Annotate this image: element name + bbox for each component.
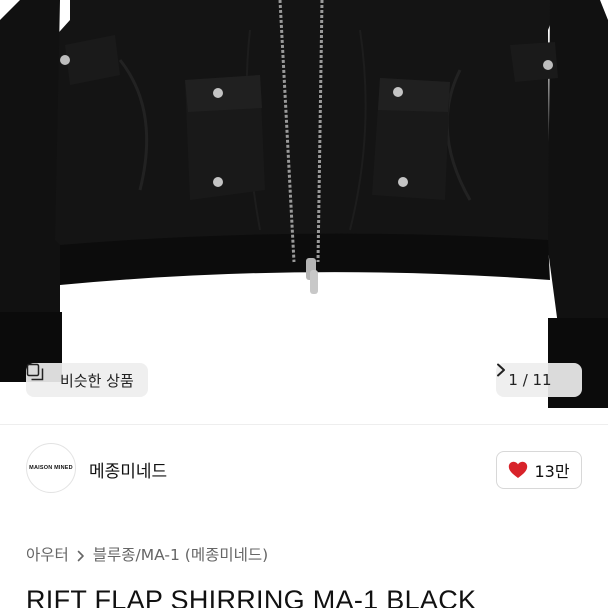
- like-button[interactable]: 13만: [496, 451, 582, 489]
- product-page: 비슷한 상품 1 / 11 MAISON MINED 메종미네드 13만 아우터…: [0, 0, 608, 608]
- product-title: RIFT FLAP SHIRRING MA-1 BLACK: [26, 585, 477, 608]
- product-image-carousel[interactable]: 비슷한 상품 1 / 11: [0, 0, 608, 408]
- chevron-right-icon: [77, 548, 85, 562]
- page-indicator: 1 / 11: [508, 371, 552, 389]
- chevron-right-icon: [497, 363, 570, 387]
- similar-items-label: 비슷한 상품: [60, 371, 134, 390]
- seller-name[interactable]: 메종미네드: [89, 457, 167, 482]
- jacket-photo: [0, 0, 608, 408]
- image-pager-button[interactable]: 1 / 11: [496, 363, 582, 397]
- breadcrumb: 아우터 블루종/MA-1 (메종미네드): [26, 543, 268, 565]
- heart-icon: [508, 461, 528, 479]
- seller-row: MAISON MINED 메종미네드 13만: [0, 441, 608, 497]
- similar-items-button[interactable]: 비슷한 상품: [26, 363, 148, 397]
- similar-items-icon: [26, 363, 54, 389]
- breadcrumb-category[interactable]: 아우터: [26, 543, 69, 565]
- like-count: 13만: [534, 462, 570, 481]
- breadcrumb-subcategory[interactable]: 블루종/MA-1 (메종미네드): [93, 543, 268, 565]
- seller-logo[interactable]: MAISON MINED: [26, 443, 76, 493]
- section-divider: [0, 424, 608, 425]
